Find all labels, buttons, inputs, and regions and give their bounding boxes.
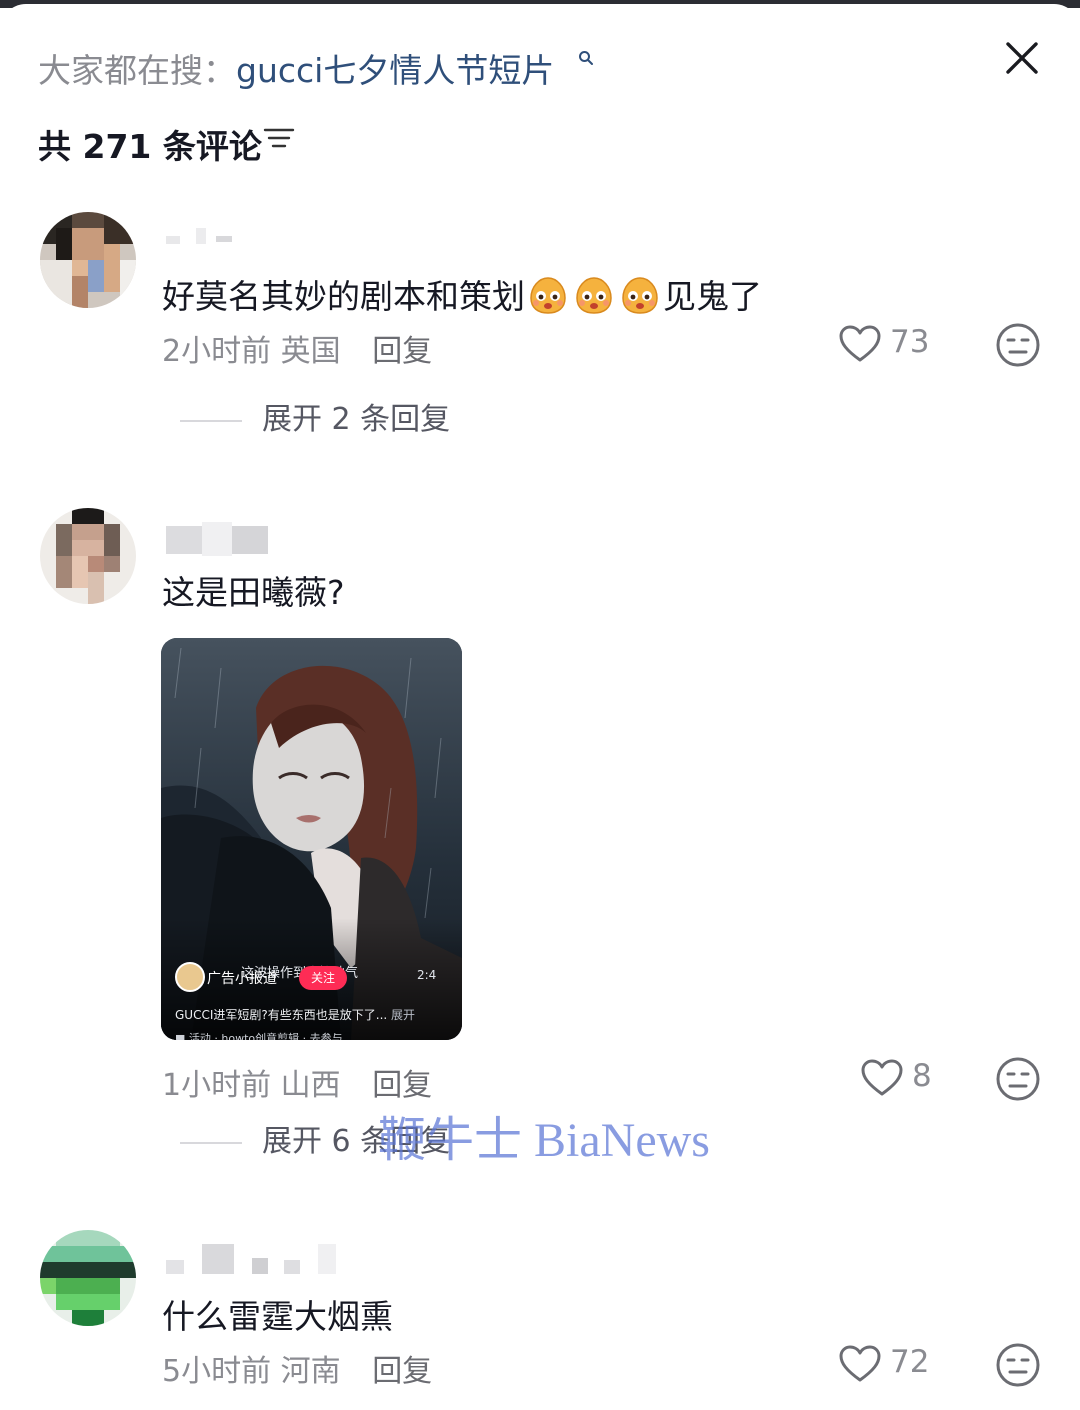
search-prefix: 大家都在搜： [38,51,236,90]
search-icon [579,51,593,65]
comment-meta: 2小时前 英国 回复 [162,326,432,370]
like-count: 73 [890,324,930,360]
comment-meta: 1小时前 山西 回复 [162,1060,432,1104]
reply-button[interactable]: 回复 [372,1354,432,1389]
comment-time: 1小时前 [162,1068,272,1103]
comment-location: 英国 [280,334,341,369]
comment-location: 山西 [280,1068,341,1103]
divider-line [180,1141,242,1144]
avatar[interactable] [40,1230,136,1326]
like-count: 8 [912,1058,932,1094]
avatar[interactable] [40,212,136,308]
comment-body-suffix: 见鬼了 [663,277,762,316]
sort-icon[interactable] [262,124,296,154]
account-avatar [175,962,205,992]
emoji-icon [622,277,658,314]
account-name: 广告小报道 [207,971,277,987]
dislike-face-icon[interactable] [995,322,1041,368]
reply-button[interactable]: 回复 [372,334,432,369]
like-button[interactable]: 8 [860,1056,970,1102]
expand-replies-label: 展开 6 条回复 [262,1124,451,1159]
username-blurred[interactable] [166,1240,338,1276]
divider-line [180,419,242,422]
heart-icon [839,1345,881,1382]
close-icon[interactable] [998,34,1046,82]
reply-button[interactable]: 回复 [372,1068,432,1103]
like-button[interactable]: 73 [838,322,948,368]
heart-icon [839,325,881,362]
comment-location: 河南 [280,1354,341,1389]
search-term[interactable]: gucci七夕情人节短片 [236,51,554,90]
caption-expand[interactable]: 展开 [391,1008,415,1022]
username-blurred[interactable] [166,522,270,556]
comment-body: 好莫名其妙的剧本和策划 [162,277,525,316]
expand-replies-button[interactable]: 展开 6 条回复 [180,1116,450,1160]
avatar[interactable] [40,508,136,604]
video-caption: GUCCI进军短剧?有些东西也是放下了... 展开 [175,1006,415,1023]
comment-time: 5小时前 [162,1354,272,1389]
follow-button[interactable]: 关注 [299,966,347,990]
heart-icon [861,1059,903,1096]
comment-meta: 5小时前 河南 回复 [162,1346,432,1390]
comment-count: 共 271 条评论 [38,127,262,166]
like-count: 72 [890,1344,930,1380]
video-duration: 2:4 [417,968,437,982]
expand-replies-button[interactable]: 展开 2 条回复 [180,394,450,438]
expand-replies-label: 展开 2 条回复 [262,402,451,437]
video-activity-text: ■ 活动 · howto创意剪辑 · 去参与 [175,1032,343,1040]
comment-time: 2小时前 [162,334,272,369]
username-blurred[interactable] [166,222,246,246]
dislike-face-icon[interactable] [995,1056,1041,1102]
emoji-icon [530,277,566,314]
emoji-icon [576,277,612,314]
video-caption-text: GUCCI进军短剧?有些东西也是放下了... [175,1008,388,1022]
dislike-face-icon[interactable] [995,1342,1041,1388]
comment-text: 什么雷霆大烟熏 [162,1297,393,1336]
like-button[interactable]: 72 [838,1342,948,1388]
trending-search-link[interactable]: 大家都在搜：gucci七夕情人节短片 [38,44,554,92]
video-card[interactable]: 这波操作到底接地气 广告小报道 关注 2:4 GUCCI进军短剧?有些东西也是放… [161,638,462,1040]
comment-text: 好莫名其妙的剧本和策划 见鬼了 [162,270,762,318]
comment-text: 这是田曦薇? [162,573,345,612]
